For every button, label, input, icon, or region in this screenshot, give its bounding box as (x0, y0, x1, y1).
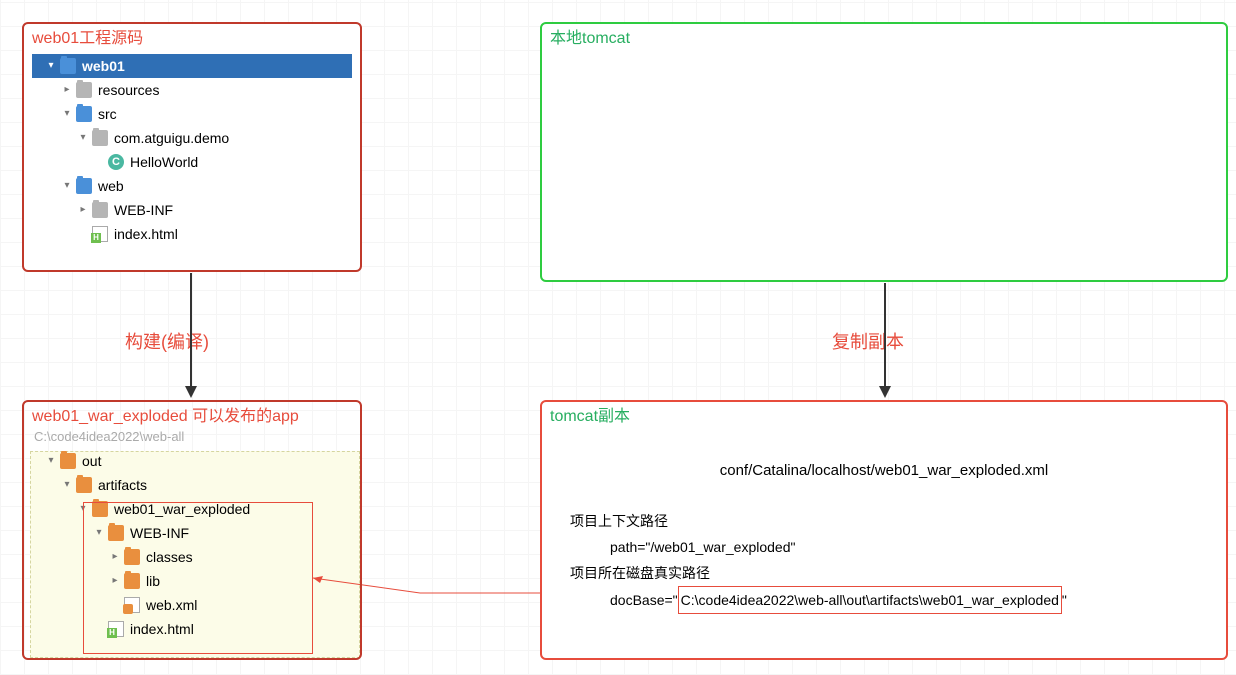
package-icon (92, 130, 108, 146)
folder-icon (76, 82, 92, 98)
class-icon: C (108, 154, 124, 170)
tree-row-out[interactable]: ▾ out (32, 449, 352, 473)
node-label: src (98, 102, 117, 126)
node-label: web (98, 174, 124, 198)
folder-icon (76, 178, 92, 194)
source-box: web01工程源码 ▾ web01 ▸ resources ▾ src ▾ com.at… (22, 22, 362, 272)
arrow-copy-head (879, 386, 891, 398)
tomcat-title: 本地tomcat (550, 28, 1218, 50)
chevron-down-icon: ▾ (44, 54, 58, 78)
chevron-down-icon: ▾ (60, 174, 74, 198)
tomcat-box: 本地tomcat (540, 22, 1228, 282)
build-label: 构建(编译) (125, 328, 209, 354)
folder-icon (76, 106, 92, 122)
node-label: artifacts (98, 473, 147, 497)
chevron-down-icon: ▾ (60, 102, 74, 126)
context-label: 项目上下文路径 (570, 508, 1198, 534)
docbase-prefix: docBase=" (610, 592, 678, 608)
node-label: HelloWorld (130, 150, 198, 174)
chevron-down-icon: ▾ (76, 126, 90, 150)
tree-row-artifacts[interactable]: ▾ artifacts (32, 473, 352, 497)
node-label: web01 (82, 54, 125, 78)
chevron-down-icon: ▾ (44, 449, 58, 473)
disk-label: 项目所在磁盘真实路径 (570, 560, 1198, 586)
node-label: resources (98, 78, 159, 102)
chevron-right-icon: ▸ (60, 78, 74, 102)
tree-row-src[interactable]: ▾ src (32, 102, 352, 126)
tree-row-class[interactable]: C HelloWorld (32, 150, 352, 174)
folder-icon (60, 58, 76, 74)
folder-icon (60, 453, 76, 469)
inner-red-outline (83, 502, 313, 654)
arrow-copy-line (884, 283, 886, 388)
exploded-title: web01_war_exploded 可以发布的app (32, 406, 352, 428)
copy-label: 复制副本 (832, 328, 904, 354)
tree-row-web01[interactable]: ▾ web01 (32, 54, 352, 78)
node-label: out (82, 449, 101, 473)
docbase-line: docBase="C:\code4idea2022\web-all\out\ar… (610, 586, 1198, 614)
exploded-path: C:\code4idea2022\web-all (32, 428, 352, 445)
conf-block: conf/Catalina/localhost/web01_war_explod… (550, 428, 1218, 624)
arrow-build-line (190, 273, 192, 388)
chevron-down-icon: ▾ (60, 473, 74, 497)
chevron-right-icon: ▸ (76, 198, 90, 222)
source-title: web01工程源码 (32, 28, 352, 50)
path-kv: path="/web01_war_exploded" (610, 534, 1198, 560)
copy-title: tomcat副本 (550, 406, 1218, 428)
docbase-suffix: " (1062, 592, 1067, 608)
node-label: com.atguigu.demo (114, 126, 229, 150)
conf-path: conf/Catalina/localhost/web01_war_explod… (570, 458, 1198, 484)
node-label: index.html (114, 222, 178, 246)
docbase-value: C:\code4idea2022\web-all\out\artifacts\w… (678, 586, 1062, 614)
arrow-build-head (185, 386, 197, 398)
tree-row-package[interactable]: ▾ com.atguigu.demo (32, 126, 352, 150)
tree-row-index[interactable]: index.html (32, 222, 352, 246)
html-file-icon (92, 226, 108, 242)
tree-row-web[interactable]: ▾ web (32, 174, 352, 198)
folder-icon (76, 477, 92, 493)
tree-row-resources[interactable]: ▸ resources (32, 78, 352, 102)
source-tree: ▾ web01 ▸ resources ▾ src ▾ com.atguigu.demo… (32, 54, 352, 246)
tree-row-webinf[interactable]: ▸ WEB-INF (32, 198, 352, 222)
node-label: WEB-INF (114, 198, 173, 222)
copy-box: tomcat副本 conf/Catalina/localhost/web01_w… (540, 400, 1228, 660)
folder-icon (92, 202, 108, 218)
